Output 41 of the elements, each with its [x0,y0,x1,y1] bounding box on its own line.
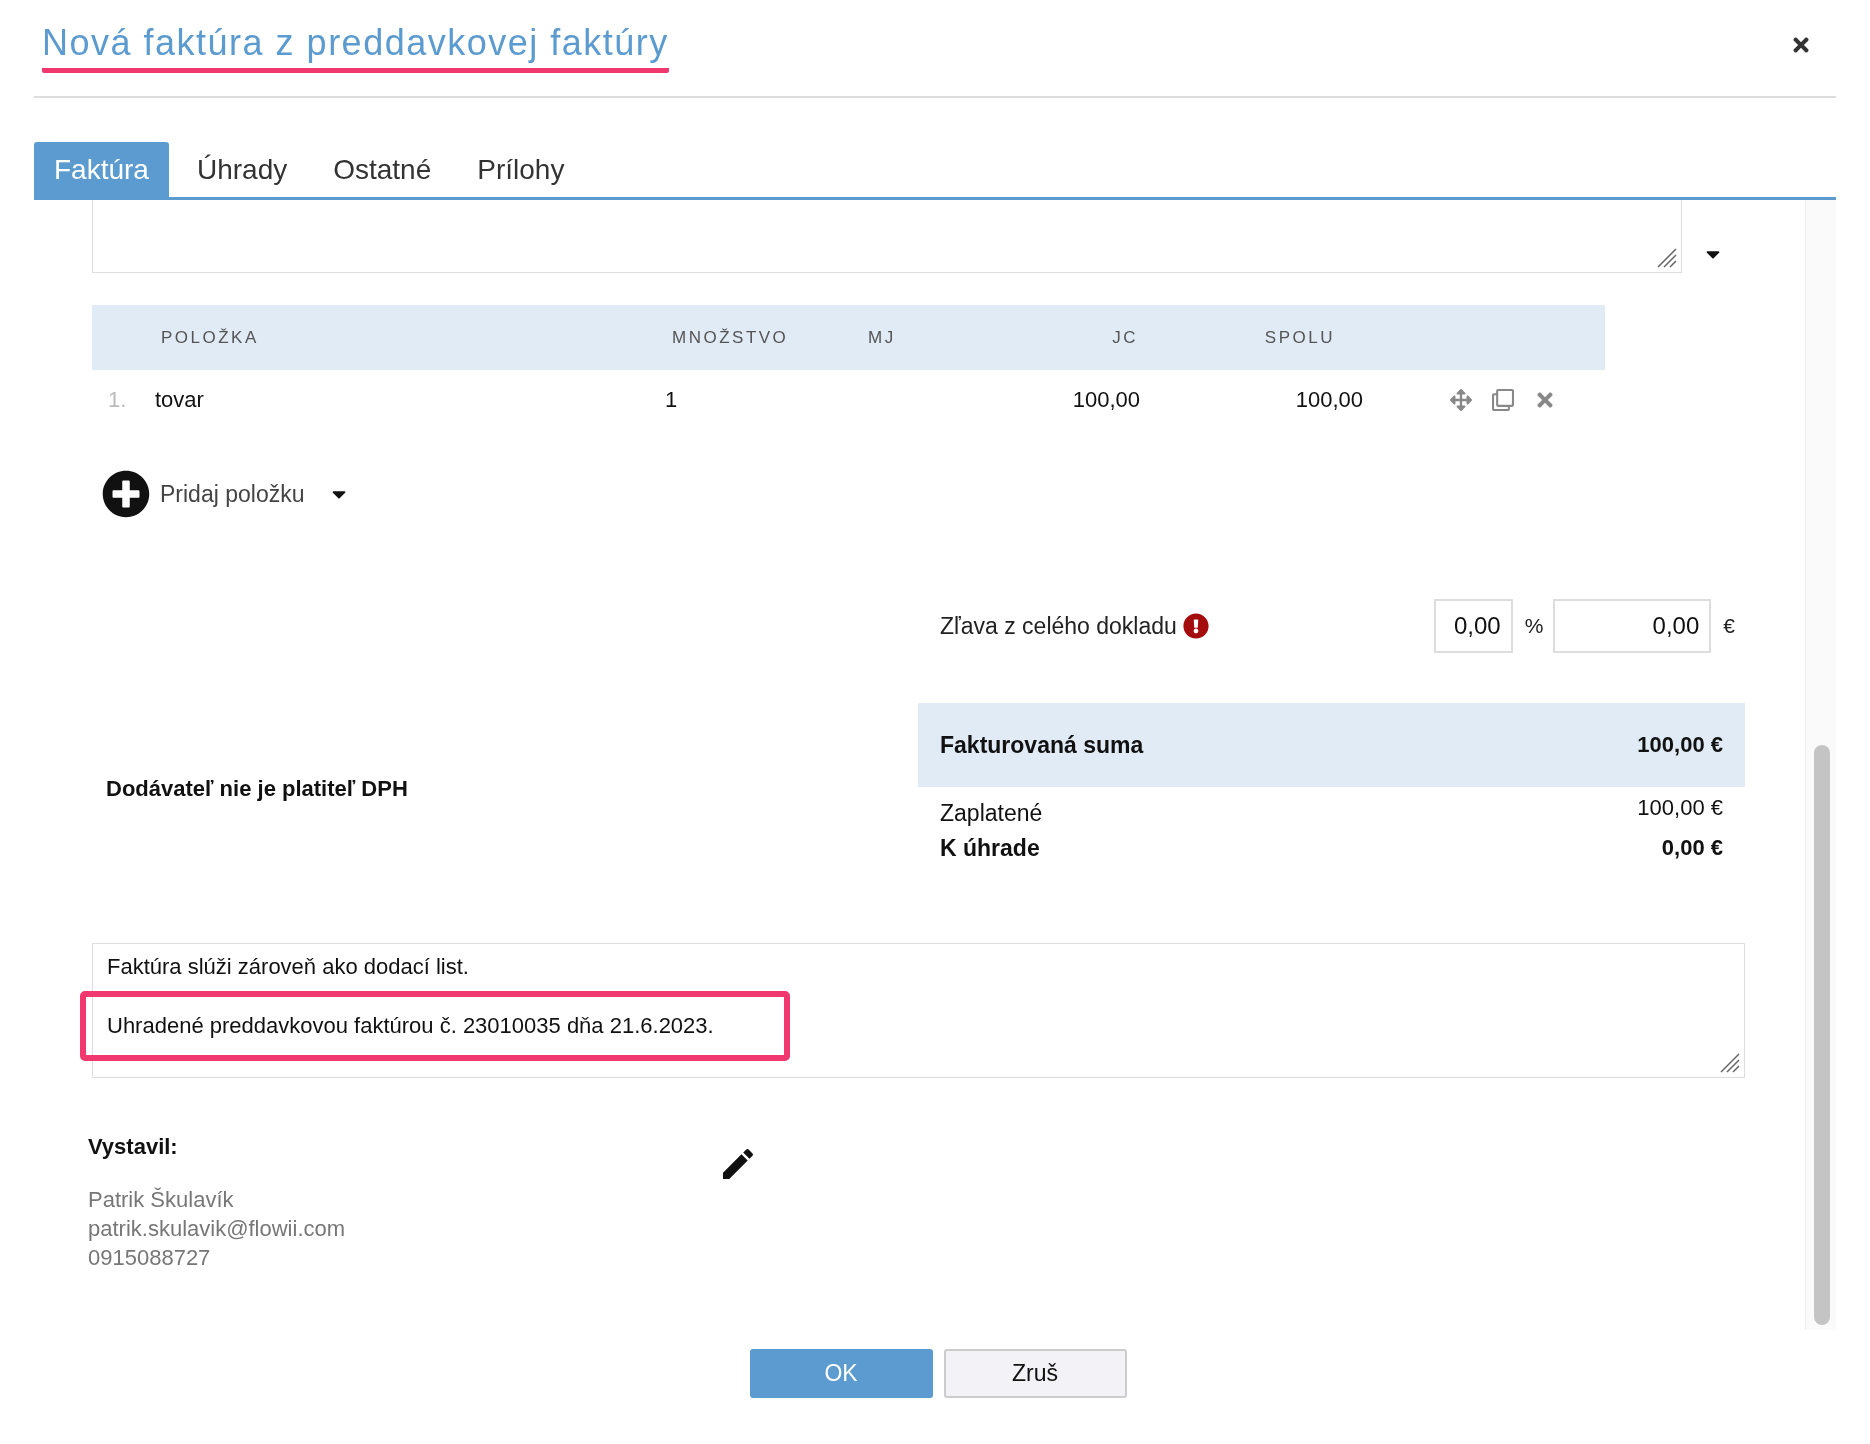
tab[interactable]: Úhrady [176,142,308,197]
add-item-button[interactable]: Pridaj položku [102,470,305,518]
scrollbar-thumb[interactable] [1814,745,1830,1325]
table-cell-text: tovar [155,387,205,413]
total-value: 0,00 € [1661,835,1723,861]
discount-label: Zľava z celého dokladu [940,612,1177,640]
table-cell-text: 1 [664,387,679,413]
total-label: Zaplatené [940,800,1043,827]
move-icon[interactable] [1450,389,1472,411]
column-header: SPOLU [1263,327,1336,348]
note-text: Faktúra slúži zároveň ako dodací list. [107,954,469,980]
total-label: K úhrade [940,835,1040,862]
total-value: 100,00 € [1637,732,1723,758]
column-header: MJ [867,327,897,348]
issuer-detail: patrik.skulavik@flowii.com [88,1215,347,1243]
column-header: POLOŽKA [160,327,260,348]
issuer-detail: Patrik Škulavík [88,1186,235,1214]
percent-input[interactable]: 0,00 [1433,599,1513,653]
amount-input[interactable]: 0,00 [1553,599,1712,653]
resize-handle-icon[interactable] [1718,1051,1740,1073]
tab[interactable]: Prílohy [457,142,585,197]
column-header: MNOŽSTVO [671,327,790,348]
plus-icon [102,470,150,518]
issuer-detail: 0915088727 [88,1244,212,1272]
tab[interactable]: Ostatné [313,142,452,197]
cancel-button[interactable]: Zruš [943,1349,1127,1398]
issuer-label: Vystavil: [88,1134,179,1160]
vat-note: Dodávateľ nie je platiteľ DPH [105,776,409,802]
resize-handle-icon[interactable] [1655,246,1677,268]
percent-sign: % [1524,614,1544,638]
currency-sign: € [1723,614,1735,638]
scrollbar[interactable] [1805,200,1836,1330]
total-label: Fakturovaná suma [940,731,1144,759]
copy-icon[interactable] [1492,389,1514,411]
highlighted-note: Uhradené preddavkovou faktúrou č. 23010035 dňa 21.6.2023. [80,991,790,1061]
table-cell-text: 100,00 [1071,387,1140,413]
total-value: 100,00 € [1637,795,1723,821]
dialog-title: Nová faktúra z preddavkovej faktúry [42,22,669,73]
table-cell-text: 100,00 [1294,387,1364,413]
row-number: 1. [107,387,128,413]
column-header: JC [1111,327,1139,348]
